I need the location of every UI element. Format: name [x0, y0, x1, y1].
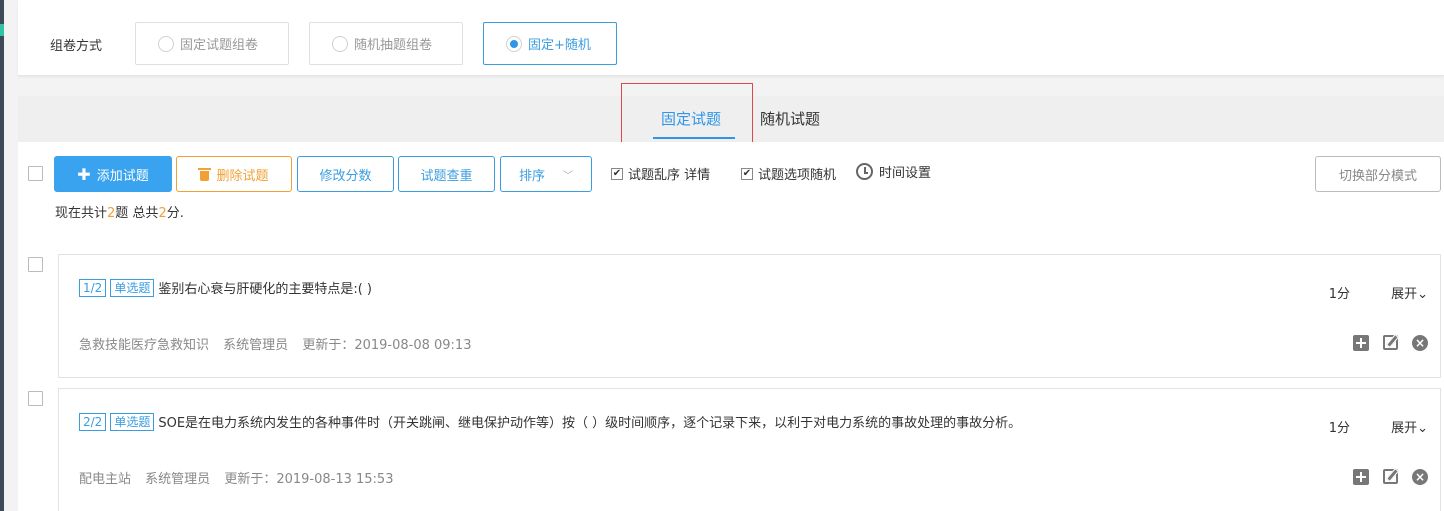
- question-meta: 配电主站 系统管理员 更新于：2019-08-13 15:53: [79, 468, 403, 487]
- question-category: 急救技能医疗急救知识: [79, 338, 210, 353]
- switch-section-mode-button[interactable]: 切换部分模式: [1315, 156, 1441, 192]
- sort-dropdown[interactable]: 排序 ﹀: [500, 156, 592, 192]
- sidebar-edge: [0, 0, 4, 511]
- edit-score-button[interactable]: 修改分数: [297, 156, 394, 192]
- edit-icon[interactable]: [1383, 335, 1398, 350]
- question-score: 1分: [1328, 287, 1350, 302]
- chevron-down-icon: ⌄: [1417, 421, 1428, 436]
- question-actions: ×: [1353, 335, 1428, 351]
- question-card: 2/2 单选题 SOE是在电力系统内发生的各种事件时（开关跳闸、继电保护动作等）…: [58, 388, 1441, 511]
- add-icon[interactable]: [1353, 469, 1369, 485]
- edit-icon[interactable]: [1383, 469, 1398, 484]
- summary-total: 2: [158, 206, 167, 221]
- radio-label: 随机抽题组卷: [354, 38, 433, 53]
- shuffle-questions-checkbox[interactable]: ✔ 试题乱序 详情: [611, 164, 710, 183]
- button-label: 添加试题: [96, 168, 149, 184]
- clock-icon: [856, 163, 873, 180]
- time-settings-link[interactable]: 时间设置: [856, 162, 931, 181]
- button-label: 删除试题: [216, 168, 269, 184]
- sidebar-accent: [0, 24, 4, 36]
- button-label: 修改分数: [319, 168, 372, 184]
- question-updated: 更新于：2019-08-13 15:53: [224, 472, 394, 487]
- expand-label: 展开: [1391, 421, 1418, 436]
- question-author: 系统管理员: [223, 338, 289, 353]
- question-updated: 更新于：2019-08-08 09:13: [302, 338, 472, 353]
- paper-mode-panel: 组卷方式 固定试题组卷 随机抽题组卷 固定+随机: [18, 0, 1444, 76]
- radio-fixed-questions[interactable]: 固定试题组卷: [135, 22, 289, 65]
- radio-label: 固定试题组卷: [180, 38, 259, 53]
- add-question-button[interactable]: ✚ 添加试题: [54, 156, 172, 192]
- question-text: SOE是在电力系统内发生的各种事件时（开关跳闸、继电保护动作等）按（ ）级时间顺…: [158, 416, 1022, 431]
- time-settings-label: 时间设置: [879, 166, 932, 181]
- button-label: 排序: [518, 168, 545, 184]
- question-score: 1分: [1328, 421, 1350, 436]
- checkbox-label: 试题乱序 详情: [628, 168, 711, 183]
- question-card: 1/2 单选题 鉴别右心衰与肝硬化的主要特点是:( ) 1分 展开⌄ 急救技能医…: [58, 254, 1441, 378]
- summary-suffix: 分.: [166, 206, 184, 221]
- chevron-down-icon: ﹀: [563, 170, 573, 182]
- radio-random-questions[interactable]: 随机抽题组卷: [309, 22, 463, 65]
- question-summary: 现在共计2题 总共2分.: [55, 202, 184, 221]
- button-label: 切换部分模式: [1338, 168, 1417, 184]
- question-index-badge: 2/2: [79, 412, 107, 431]
- checkbox-checked-icon: ✔: [741, 167, 753, 180]
- duplicate-check-button[interactable]: 试题查重: [398, 156, 495, 192]
- radio-circle-selected: [506, 35, 522, 52]
- tab-label: 随机试题: [760, 110, 821, 128]
- radio-circle: [332, 35, 348, 52]
- delete-question-button[interactable]: 删除试题: [176, 156, 292, 192]
- summary-mid: 题 总共: [115, 206, 159, 221]
- summary-prefix: 现在共计: [55, 206, 108, 221]
- select-all-checkbox[interactable]: [28, 166, 43, 181]
- question-type-badge: 单选题: [110, 412, 155, 431]
- question-title-line: 2/2 单选题 SOE是在电力系统内发生的各种事件时（开关跳闸、继电保护动作等）…: [79, 412, 1021, 431]
- expand-toggle[interactable]: 展开⌄: [1391, 283, 1428, 302]
- radio-circle: [158, 35, 174, 52]
- tab-random-questions[interactable]: 随机试题: [760, 108, 820, 129]
- delete-icon[interactable]: ×: [1412, 335, 1428, 351]
- question-author: 系统管理员: [145, 472, 211, 487]
- expand-toggle[interactable]: 展开⌄: [1391, 417, 1428, 436]
- checkbox-label: 试题选项随机: [758, 168, 837, 183]
- question-category: 配电主站: [79, 472, 132, 487]
- checkbox-checked-icon: ✔: [611, 167, 623, 180]
- question-meta: 急救技能医疗急救知识 系统管理员 更新于：2019-08-08 09:13: [79, 334, 481, 353]
- question-actions: ×: [1353, 469, 1428, 485]
- paper-mode-label: 组卷方式: [50, 39, 103, 54]
- expand-label: 展开: [1391, 287, 1418, 302]
- trash-icon: [198, 167, 212, 181]
- delete-icon[interactable]: ×: [1412, 469, 1428, 485]
- plus-icon: ✚: [77, 164, 91, 184]
- question-type-badge: 单选题: [110, 278, 155, 297]
- radio-label: 固定+随机: [528, 38, 591, 53]
- random-options-checkbox[interactable]: ✔ 试题选项随机: [741, 164, 836, 183]
- question-index-badge: 1/2: [79, 278, 107, 297]
- question-text: 鉴别右心衰与肝硬化的主要特点是:( ): [158, 282, 372, 297]
- question-title-line: 1/2 单选题 鉴别右心衰与肝硬化的主要特点是:( ): [79, 278, 372, 297]
- radio-fixed-plus-random[interactable]: 固定+随机: [483, 22, 617, 65]
- button-label: 试题查重: [420, 168, 473, 184]
- question-checkbox[interactable]: [28, 257, 43, 272]
- chevron-down-icon: ⌄: [1417, 287, 1428, 302]
- add-icon[interactable]: [1353, 335, 1369, 351]
- question-checkbox[interactable]: [28, 391, 43, 406]
